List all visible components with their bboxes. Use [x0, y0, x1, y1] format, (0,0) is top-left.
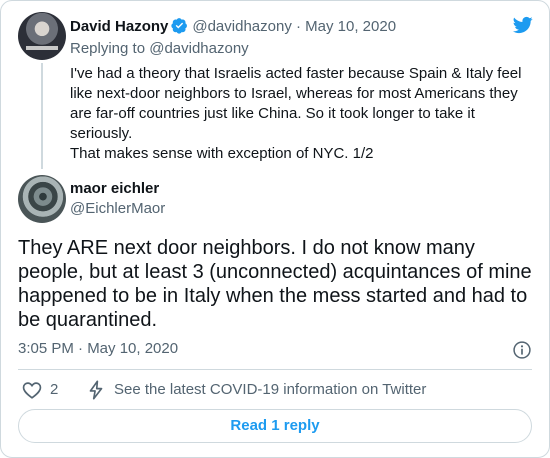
reply-tweet-text: They ARE next door neighbors. I do not k… [18, 237, 532, 331]
replying-to-label[interactable]: Replying to @davidhazony [70, 40, 249, 58]
like-count: 2 [50, 381, 59, 398]
lightning-icon [89, 380, 103, 400]
actions-divider [18, 369, 532, 370]
twitter-logo-icon[interactable] [512, 15, 534, 35]
parent-author-name[interactable]: David Hazony [70, 18, 168, 35]
parent-tweet-header: David Hazony @davidhazony · May 10, 2020 [70, 17, 396, 36]
reply-author-name[interactable]: maor eichler [70, 180, 159, 198]
verified-badge-icon [171, 18, 188, 34]
thread-connector-line [41, 63, 43, 169]
parent-tweet-paragraph-2: That makes sense with exception of NYC. … [70, 145, 374, 162]
embedded-tweet-card: David Hazony @davidhazony · May 10, 2020 … [0, 0, 550, 458]
reply-author-avatar[interactable] [18, 175, 66, 223]
tweet-timestamp[interactable]: 3:05 PM · May 10, 2020 [18, 340, 178, 358]
read-replies-button[interactable]: Read 1 reply [18, 409, 532, 443]
parent-handle-date[interactable]: @davidhazony · May 10, 2020 [192, 18, 396, 35]
parent-author-avatar[interactable] [18, 12, 66, 60]
parent-tweet-paragraph-1: I've had a theory that Israelis acted fa… [70, 65, 522, 142]
covid-info-link[interactable]: See the latest COVID-19 information on T… [114, 381, 426, 399]
info-icon[interactable] [512, 340, 532, 360]
avatar-caption-strip [26, 46, 58, 50]
reply-author-handle[interactable]: @EichlerMaor [70, 200, 165, 218]
heart-icon[interactable] [21, 379, 43, 401]
parent-tweet-text: I've had a theory that Israelis acted fa… [70, 64, 532, 164]
